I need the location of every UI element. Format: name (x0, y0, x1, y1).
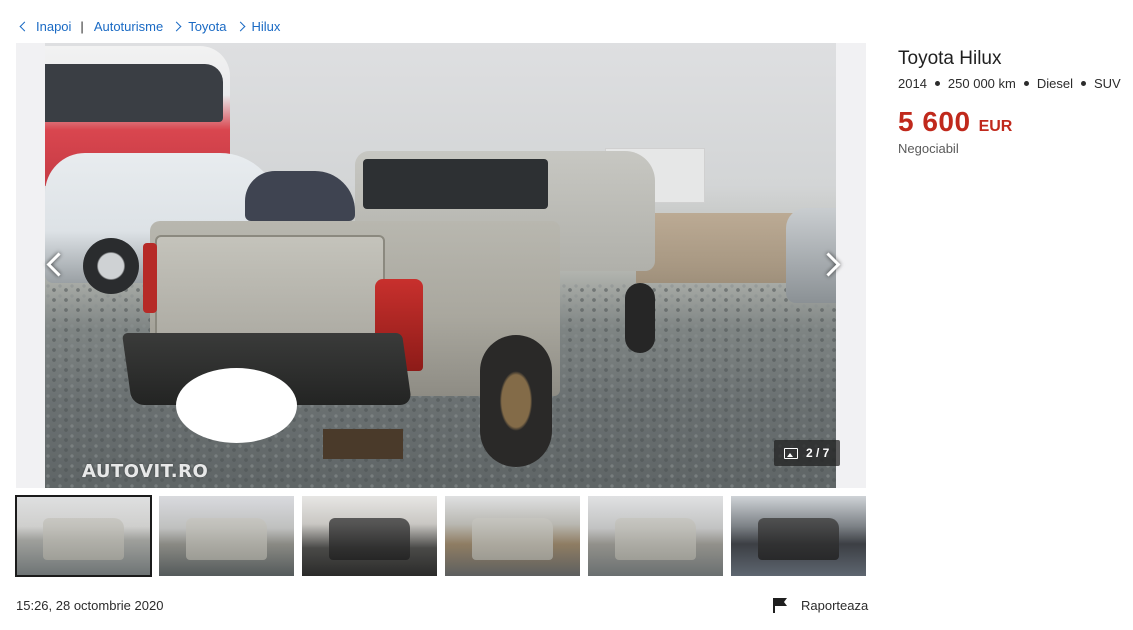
back-link-label: Inapoi (36, 18, 72, 34)
thumbnail-1[interactable] (15, 495, 152, 577)
report-label: Raporteaza (801, 597, 869, 613)
breadcrumb: Inapoi | Autoturisme Toyota Hilux (18, 18, 280, 34)
negotiable-label: Negociabil (898, 141, 959, 156)
price: 5 600 EUR (898, 106, 1128, 138)
chevron-right-icon (171, 21, 182, 31)
price-currency: EUR (978, 118, 1013, 135)
main-photo[interactable]: AUTOVIT.RO (45, 43, 836, 488)
listing-specs: 2014 250 000 km Diesel SUV (898, 76, 1128, 91)
thumbnail-2[interactable] (159, 496, 294, 576)
thumbnail-4[interactable] (445, 496, 580, 576)
spec-fuel: Diesel (1036, 76, 1073, 91)
photo-counter-text: 2 / 7 (806, 446, 830, 460)
image-stack-icon (784, 447, 798, 459)
breadcrumb-divider: | (80, 18, 84, 34)
price-value: 5 600 (898, 106, 971, 137)
spec-body: SUV (1093, 76, 1121, 91)
photo-covered-car (245, 171, 355, 221)
chevron-right-icon (235, 21, 245, 31)
chevron-left-icon (19, 21, 30, 31)
bullet-icon (1080, 81, 1086, 86)
photo-counter: 2 / 7 (774, 440, 840, 466)
spec-year: 2014 (898, 76, 927, 91)
report-button[interactable]: Raporteaza (772, 597, 868, 613)
bullet-icon (934, 81, 940, 86)
next-photo-button[interactable] (816, 250, 844, 280)
previous-photo-button[interactable] (40, 250, 68, 280)
back-link[interactable]: Inapoi (18, 19, 71, 34)
breadcrumb-item-autoturisme[interactable]: Autoturisme (94, 19, 163, 34)
watermark: AUTOVIT.RO (82, 461, 209, 482)
thumbnail-6[interactable] (731, 496, 866, 576)
listing-title: Toyota Hilux (898, 48, 1002, 69)
flag-icon (773, 598, 787, 613)
bullet-icon (1023, 81, 1029, 86)
thumbnail-5[interactable] (588, 496, 723, 576)
photo-rear-wheel (480, 335, 552, 467)
listing-date: 15:26, 28 octombrie 2020 (16, 598, 164, 613)
spec-mileage: 250 000 km (947, 76, 1016, 91)
listing-info: Toyota Hilux 2014 250 000 km Diesel SUV … (898, 48, 1128, 156)
thumbnail-3[interactable] (302, 496, 437, 576)
breadcrumb-item-toyota[interactable]: Toyota (188, 19, 226, 34)
thumbnail-strip (15, 495, 866, 577)
plate-blur (176, 368, 297, 443)
breadcrumb-item-hilux[interactable]: Hilux (252, 19, 281, 34)
photo-gallery: AUTOVIT.RO 2 / 7 (16, 43, 866, 488)
